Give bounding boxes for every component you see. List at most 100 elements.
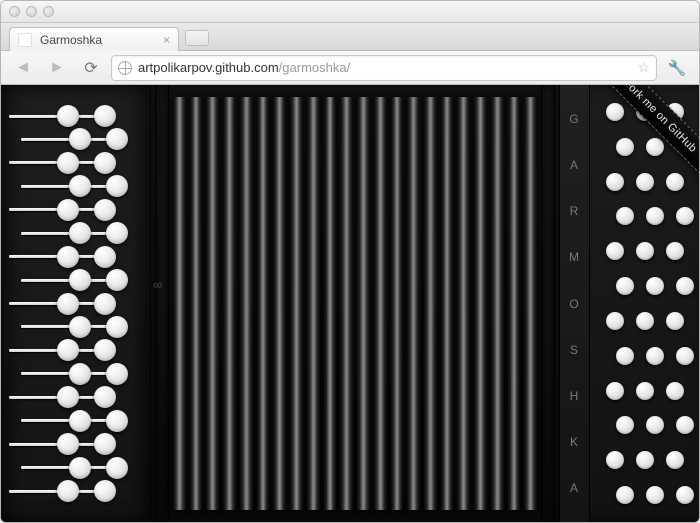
new-tab-button[interactable] (185, 30, 209, 46)
bass-button[interactable] (636, 242, 654, 260)
bass-button[interactable] (646, 347, 664, 365)
bass-button[interactable] (666, 173, 684, 191)
bass-button[interactable] (636, 312, 654, 330)
bookmark-star-icon[interactable]: ☆ (637, 59, 650, 76)
left-key[interactable] (9, 480, 150, 502)
bass-button[interactable] (636, 382, 654, 400)
bass-button[interactable] (666, 312, 684, 330)
bass-button[interactable] (616, 138, 634, 156)
bass-button[interactable] (616, 486, 634, 504)
bass-button[interactable] (646, 138, 664, 156)
left-key[interactable] (9, 433, 150, 455)
left-key[interactable] (21, 363, 162, 385)
close-tab-icon[interactable]: × (163, 33, 170, 47)
key-button-icon[interactable] (69, 128, 91, 150)
key-button-icon[interactable] (69, 222, 91, 244)
key-button-icon[interactable] (94, 152, 116, 174)
key-button-icon[interactable] (106, 457, 128, 479)
bass-button[interactable] (646, 486, 664, 504)
tab-garmoshka[interactable]: Garmoshka × (9, 27, 179, 51)
left-key[interactable] (9, 105, 150, 127)
bass-button[interactable] (606, 382, 624, 400)
bass-button[interactable] (616, 347, 634, 365)
bass-button[interactable] (636, 173, 654, 191)
bass-button[interactable] (616, 207, 634, 225)
left-key[interactable] (21, 410, 162, 432)
bass-button[interactable] (616, 416, 634, 434)
key-button-icon[interactable] (57, 246, 79, 268)
bass-button[interactable] (666, 451, 684, 469)
key-button-icon[interactable] (69, 363, 91, 385)
traffic-close-icon[interactable] (9, 6, 20, 17)
key-button-icon[interactable] (106, 363, 128, 385)
left-key[interactable] (9, 386, 150, 408)
bass-button[interactable] (646, 416, 664, 434)
key-button-icon[interactable] (94, 433, 116, 455)
key-button-icon[interactable] (69, 410, 91, 432)
left-key[interactable] (21, 222, 162, 244)
address-bar[interactable]: artpolikarpov.github.com/garmoshka/ ☆ (111, 55, 657, 81)
left-key[interactable] (21, 457, 162, 479)
bass-button[interactable] (666, 382, 684, 400)
bass-button[interactable] (606, 173, 624, 191)
key-button-icon[interactable] (57, 386, 79, 408)
left-key[interactable] (21, 128, 162, 150)
brand-letter: S (570, 344, 579, 356)
bass-button[interactable] (676, 347, 694, 365)
bass-button[interactable] (636, 451, 654, 469)
key-button-icon[interactable] (69, 269, 91, 291)
key-button-icon[interactable] (94, 199, 116, 221)
key-button-icon[interactable] (94, 246, 116, 268)
bass-button[interactable] (616, 277, 634, 295)
bass-button[interactable] (606, 242, 624, 260)
traffic-max-icon[interactable] (43, 6, 54, 17)
key-button-icon[interactable] (106, 316, 128, 338)
left-key[interactable] (9, 199, 150, 221)
key-button-icon[interactable] (94, 480, 116, 502)
key-button-icon[interactable] (69, 457, 91, 479)
left-key[interactable] (9, 339, 150, 361)
key-button-icon[interactable] (106, 222, 128, 244)
key-button-icon[interactable] (57, 480, 79, 502)
key-button-icon[interactable] (106, 175, 128, 197)
pleat (491, 97, 504, 510)
traffic-min-icon[interactable] (26, 6, 37, 17)
bass-button[interactable] (646, 277, 664, 295)
back-button[interactable]: ◄ (9, 56, 37, 80)
left-key[interactable] (21, 269, 162, 291)
bass-button[interactable] (646, 207, 664, 225)
key-button-icon[interactable] (106, 410, 128, 432)
left-key[interactable] (21, 175, 162, 197)
left-key[interactable] (21, 316, 162, 338)
key-button-icon[interactable] (94, 386, 116, 408)
key-button-icon[interactable] (57, 339, 79, 361)
bass-button[interactable] (606, 103, 624, 121)
key-button-icon[interactable] (57, 199, 79, 221)
left-key[interactable] (9, 246, 150, 268)
left-key[interactable] (9, 152, 150, 174)
key-button-icon[interactable] (94, 293, 116, 315)
bellows[interactable] (151, 85, 559, 522)
bass-button[interactable] (606, 312, 624, 330)
bass-button[interactable] (666, 242, 684, 260)
forward-button[interactable]: ► (43, 56, 71, 80)
bass-button[interactable] (676, 416, 694, 434)
key-button-icon[interactable] (57, 293, 79, 315)
key-button-icon[interactable] (94, 339, 116, 361)
key-button-icon[interactable] (57, 152, 79, 174)
key-button-icon[interactable] (57, 105, 79, 127)
key-button-icon[interactable] (69, 316, 91, 338)
key-button-icon[interactable] (57, 433, 79, 455)
key-button-icon[interactable] (94, 105, 116, 127)
pleat (524, 97, 537, 510)
bass-button[interactable] (676, 277, 694, 295)
wrench-menu-button[interactable]: 🔧 (663, 56, 691, 80)
bass-button[interactable] (606, 451, 624, 469)
left-key[interactable] (9, 293, 150, 315)
bass-button[interactable] (676, 207, 694, 225)
reload-button[interactable]: ⟳ (77, 56, 105, 80)
key-button-icon[interactable] (106, 128, 128, 150)
key-button-icon[interactable] (106, 269, 128, 291)
bass-button[interactable] (676, 486, 694, 504)
key-button-icon[interactable] (69, 175, 91, 197)
